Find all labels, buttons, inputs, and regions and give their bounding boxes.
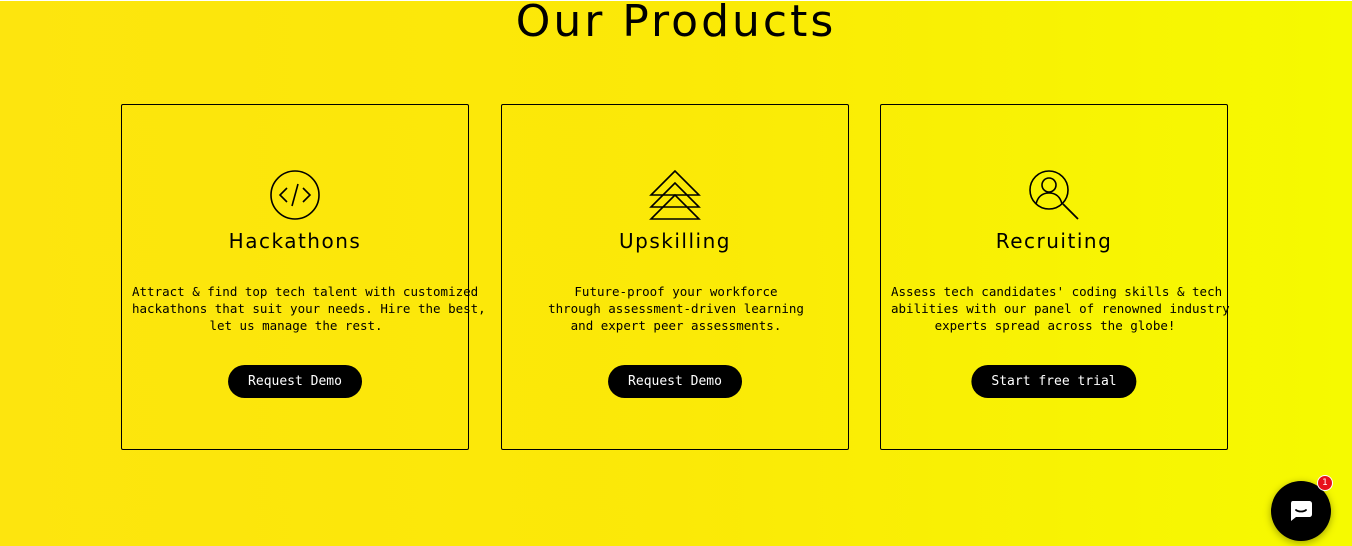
product-description: Future-proof your workforce through asse… — [512, 283, 840, 334]
product-title: Hackathons — [228, 229, 362, 253]
start-free-trial-button[interactable]: Start free trial — [971, 365, 1137, 398]
page-title: Our Products — [515, 0, 837, 47]
person-search-icon — [1029, 170, 1079, 220]
product-title: Recruiting — [995, 229, 1113, 253]
product-card-upskilling: Upskilling Future-proof your workforce t… — [501, 104, 849, 450]
request-demo-button[interactable]: Request Demo — [608, 365, 742, 398]
description-line: experts spread across the globe! — [934, 318, 1176, 333]
description-line: abilities with our panel of renowned ind… — [891, 301, 1230, 316]
request-demo-button[interactable]: Request Demo — [228, 365, 362, 398]
stacked-triangles-icon — [649, 169, 701, 220]
code-circle-icon — [270, 170, 320, 220]
chat-bubble-icon — [1291, 501, 1312, 521]
description-line: hackathons that suit your needs. Hire th… — [132, 301, 486, 316]
description-line: and expert peer assessments. — [570, 318, 782, 333]
product-card-recruiting: Recruiting Assess tech candidates' codin… — [880, 104, 1230, 450]
product-card-hackathons: Hackathons Attract & find top tech talen… — [121, 104, 486, 450]
description-line: let us manage the rest. — [209, 318, 383, 333]
description-line: Assess tech candidates' coding skills & … — [891, 284, 1223, 299]
product-title: Upskilling — [619, 229, 731, 253]
product-description: Assess tech candidates' coding skills & … — [891, 283, 1230, 334]
description-line: through assessment-driven learning — [548, 301, 804, 316]
notification-badge: 1 — [1317, 475, 1333, 491]
description-line: Future-proof your workforce — [574, 284, 778, 299]
product-description: Attract & find top tech talent with cust… — [132, 283, 486, 334]
description-line: Attract & find top tech talent with cust… — [132, 284, 479, 299]
